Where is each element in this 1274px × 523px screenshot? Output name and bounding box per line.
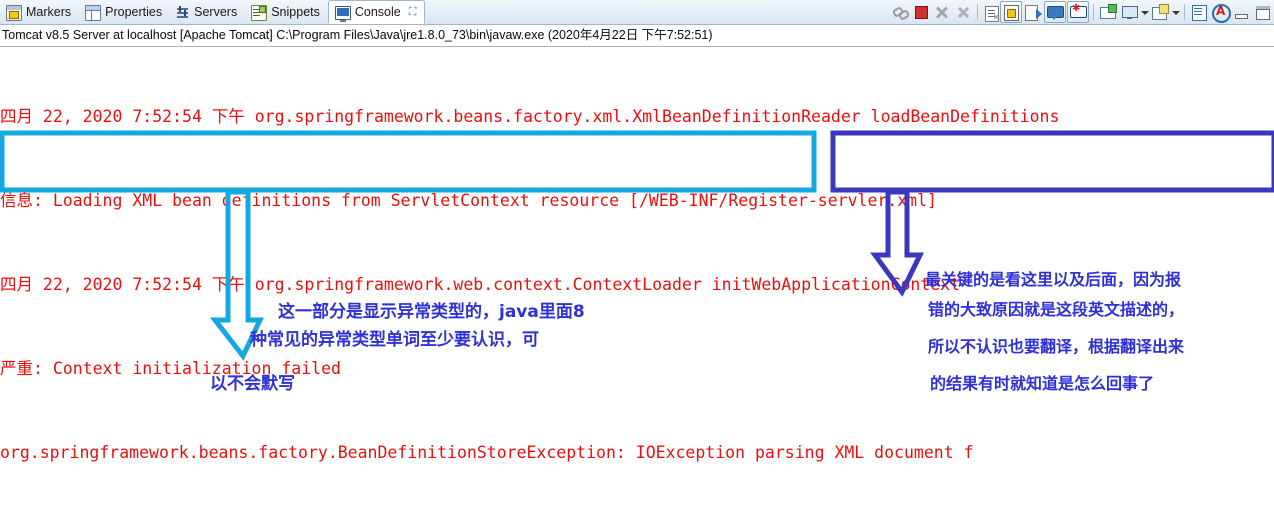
pin-console-icon[interactable] (1023, 2, 1043, 22)
chevron-down-icon[interactable] (1140, 2, 1149, 22)
text-color-icon[interactable] (1210, 2, 1231, 23)
new-console-view-icon[interactable] (1098, 2, 1118, 22)
console-line: 四月 22, 2020 7:52:54 下午 org.springframewo… (0, 275, 961, 294)
console-toolbar (890, 0, 1274, 24)
open-console-icon[interactable] (1067, 1, 1089, 23)
chevron-down-icon[interactable] (1171, 2, 1180, 22)
tab-markers-label: Markers (26, 5, 72, 20)
console-line: 四月 22, 2020 7:52:54 下午 org.springframewo… (0, 107, 1060, 126)
markers-icon (6, 4, 22, 21)
toolbar-separator (977, 4, 978, 20)
tab-list: Markers Properties Servers Snippets Cons… (0, 0, 426, 24)
display-selected-console-icon[interactable] (1044, 1, 1066, 23)
tab-console-label: Console (354, 4, 401, 19)
new-window-icon[interactable] (1150, 2, 1170, 22)
toolbar-separator (1184, 4, 1185, 20)
link-with-editor-icon[interactable] (890, 2, 910, 22)
console-icon (334, 5, 351, 22)
tab-properties-label: Properties (105, 5, 163, 20)
tab-snippets[interactable]: Snippets (245, 1, 328, 24)
remove-all-terminated-icon[interactable] (953, 2, 973, 22)
close-icon[interactable]: ⛶ (409, 6, 417, 18)
console-monitor-icon[interactable] (1119, 2, 1139, 22)
minimize-icon[interactable] (1231, 2, 1251, 22)
console-line: 严重: Context initialization failed (0, 359, 341, 378)
servers-icon (176, 5, 190, 20)
maximize-icon[interactable] (1252, 2, 1272, 22)
remove-launch-icon[interactable] (932, 2, 952, 22)
tab-properties[interactable]: Properties (79, 1, 170, 24)
clear-console-icon[interactable] (985, 5, 1000, 23)
snippets-icon (251, 4, 268, 21)
scroll-lock-icon[interactable] (1000, 1, 1022, 23)
tab-servers-label: Servers (194, 5, 238, 20)
console-text: 四月 22, 2020 7:52:54 下午 org.springframewo… (0, 47, 1059, 519)
tab-servers[interactable]: Servers (170, 1, 245, 24)
toolbar-separator (1093, 4, 1094, 20)
launch-status-line: Tomcat v8.5 Server at localhost [Apache … (0, 25, 1274, 47)
console-line: 信息: Loading XML bean definitions from Se… (0, 191, 937, 210)
tab-snippets-label: Snippets (271, 5, 320, 20)
properties-icon (85, 4, 102, 21)
word-wrap-icon[interactable] (1189, 2, 1209, 22)
console-output-area[interactable]: 四月 22, 2020 7:52:54 下午 org.springframewo… (0, 47, 1274, 519)
tab-console[interactable]: Console ⛶ (327, 0, 426, 24)
tab-markers[interactable]: Markers (0, 1, 79, 24)
terminate-icon[interactable] (911, 2, 931, 22)
console-line: org.springframework.beans.factory.BeanDe… (0, 443, 974, 462)
view-tab-bar: Markers Properties Servers Snippets Cons… (0, 0, 1274, 25)
